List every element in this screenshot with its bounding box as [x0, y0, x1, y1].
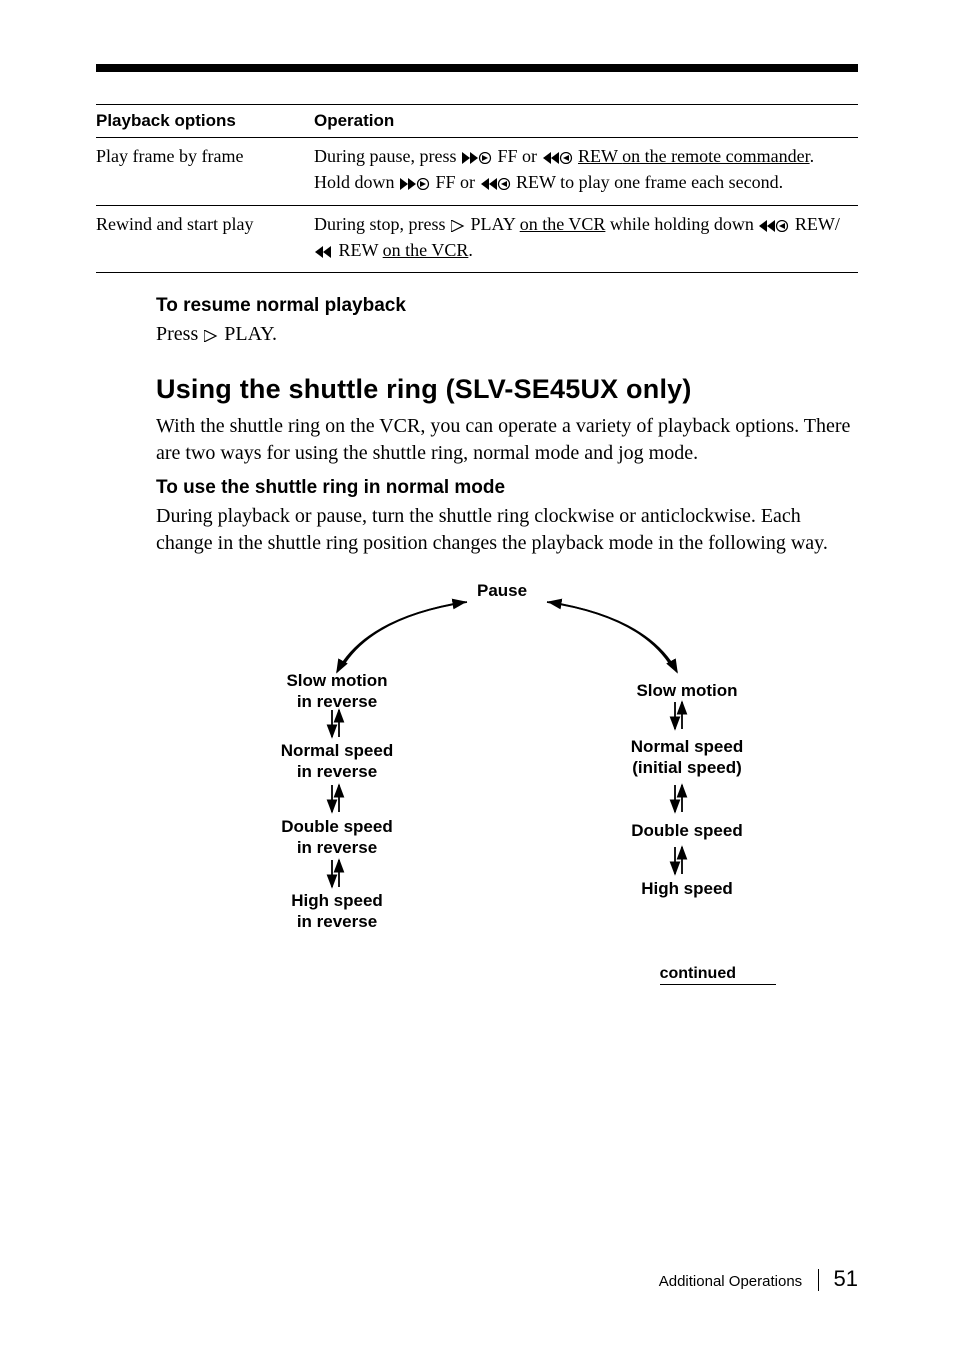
- diagram-label-slow-reverse: Slow motion in reverse: [267, 671, 407, 712]
- table-header-options: Playback options: [96, 105, 314, 138]
- text: During stop, press: [314, 214, 450, 234]
- text-underlined: on the VCR: [383, 240, 469, 260]
- text: while holding down: [610, 214, 759, 234]
- resume-heading: To resume normal playback: [156, 295, 858, 317]
- diagram-label-slow: Slow motion: [617, 681, 757, 701]
- shuttle-diagram: Pause Slow motion in reverse Slow motion…: [187, 577, 827, 947]
- diagram-label-high: High speed: [627, 879, 747, 899]
- page-number: 51: [834, 1266, 858, 1291]
- text: REW: [339, 240, 383, 260]
- diagram-label-double: Double speed: [617, 821, 757, 841]
- text-underlined: REW on the remote commander: [578, 146, 810, 166]
- continued-label: continued: [660, 965, 776, 985]
- shuttle-heading: Using the shuttle ring (SLV-SE45UX only): [156, 374, 858, 405]
- footer-section: Additional Operations: [659, 1273, 802, 1290]
- page-footer: Additional Operations 51: [659, 1266, 858, 1292]
- cell-option: Rewind and start play: [96, 205, 314, 273]
- shuttle-sub-heading: To use the shuttle ring in normal mode: [156, 477, 858, 499]
- cell-operation: During stop, press PLAY on the VCR while…: [314, 205, 858, 273]
- continued-marker: continued: [156, 965, 776, 983]
- play-icon: [451, 214, 465, 238]
- shuttle-body: With the shuttle ring on the VCR, you ca…: [156, 413, 858, 467]
- text: REW/: [795, 214, 840, 234]
- playback-options-table: Playback options Operation Play frame by…: [96, 104, 858, 273]
- text: PLAY: [471, 214, 520, 234]
- play-icon: [204, 323, 218, 350]
- fast-forward-cue-icon: [462, 146, 492, 170]
- rewind-cue-icon: [543, 146, 573, 170]
- table-row: Rewind and start play During stop, press…: [96, 205, 858, 273]
- text: REW to play one frame each second.: [516, 172, 783, 192]
- text: .: [468, 240, 473, 260]
- diagram-label-normal: Normal speed (initial speed): [607, 737, 767, 778]
- text: During pause, press: [314, 146, 461, 166]
- text-underlined: on the VCR: [520, 214, 606, 234]
- diagram-label-double-reverse: Double speed in reverse: [257, 817, 417, 858]
- rewind-icon: [315, 240, 333, 264]
- text: Press: [156, 323, 203, 345]
- shuttle-body-2: During playback or pause, turn the shutt…: [156, 503, 858, 557]
- fast-forward-cue-icon: [400, 172, 430, 196]
- header-rule: [96, 64, 858, 72]
- text: PLAY.: [224, 323, 277, 345]
- table-header-operation: Operation: [314, 105, 858, 138]
- resume-body: Press PLAY.: [156, 321, 858, 350]
- table-row: Play frame by frame During pause, press …: [96, 138, 858, 206]
- rewind-cue-icon: [759, 214, 789, 238]
- rewind-cue-icon: [481, 172, 511, 196]
- diagram-label-high-reverse: High speed in reverse: [267, 891, 407, 932]
- text: FF or: [497, 146, 541, 166]
- footer-separator: [818, 1269, 819, 1291]
- diagram-label-pause: Pause: [477, 581, 527, 601]
- cell-option: Play frame by frame: [96, 138, 314, 206]
- cell-operation: During pause, press FF or REW on the rem…: [314, 138, 858, 206]
- diagram-label-normal-reverse: Normal speed in reverse: [257, 741, 417, 782]
- text: FF or: [436, 172, 480, 192]
